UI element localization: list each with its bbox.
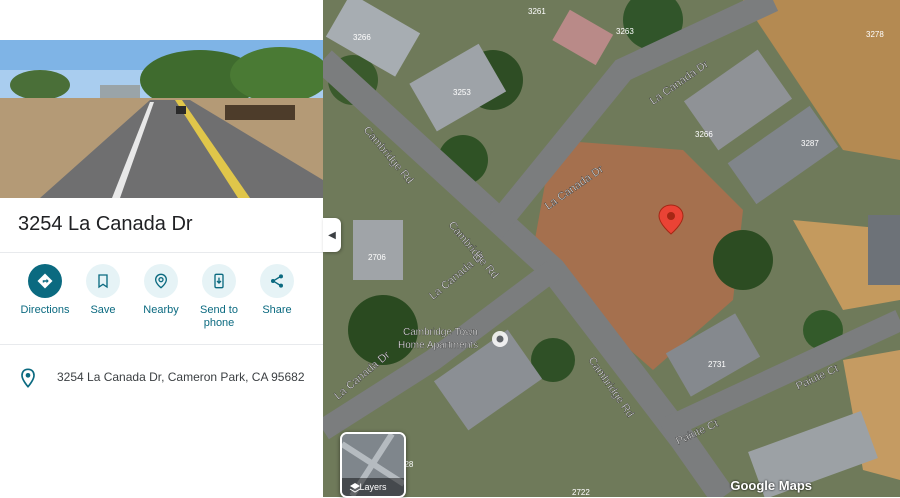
share-button[interactable]: Share (246, 264, 308, 317)
house-number: 2706 (368, 253, 386, 262)
send-to-phone-label: Send to phone (200, 304, 238, 329)
place-title: 3254 La Canada Dr (18, 213, 193, 235)
phone-icon (202, 264, 236, 298)
location-pin-icon (21, 368, 35, 388)
bookmark-icon (86, 264, 120, 298)
address-text: 3254 La Canada Dr, Cameron Park, CA 9568… (57, 370, 305, 384)
chevron-left-icon: ◀ (328, 229, 336, 241)
map-attribution: Google Maps (730, 478, 812, 493)
save-button[interactable]: Save (72, 264, 134, 317)
divider (0, 344, 323, 345)
house-number: 3287 (801, 139, 819, 148)
house-number: 3266 (695, 130, 713, 139)
layers-label: Layers (359, 482, 387, 492)
nearby-icon (144, 264, 178, 298)
nearby-button[interactable]: Nearby (130, 264, 192, 317)
satellite-map[interactable]: Cambridge Rd La Canada Dr La Canada Dr C… (323, 0, 900, 497)
address-row[interactable]: 3254 La Canada Dr, Cameron Park, CA 9568… (0, 360, 323, 396)
house-number: 3253 (453, 88, 471, 97)
layers-button[interactable]: Layers (340, 432, 406, 498)
send-to-phone-button[interactable]: Send to phone (188, 264, 250, 330)
directions-label: Directions (20, 304, 70, 316)
divider (0, 252, 323, 253)
share-label: Share (262, 304, 292, 316)
house-number: 2731 (708, 360, 726, 369)
nearby-label: Nearby (143, 304, 179, 316)
house-number: 3261 (528, 7, 546, 16)
save-label: Save (90, 304, 116, 316)
collapse-panel-button[interactable]: ◀ (323, 218, 341, 252)
place-panel: 3254 La Canada Dr Directions Save Nearby… (0, 0, 323, 497)
house-number: 3266 (353, 33, 371, 42)
house-number: 3278 (866, 30, 884, 39)
street-view-photo[interactable] (0, 40, 323, 198)
house-number: 2722 (572, 488, 590, 497)
share-icon (260, 264, 294, 298)
directions-button[interactable]: Directions (14, 264, 76, 317)
house-number: 3263 (616, 27, 634, 36)
directions-icon (28, 264, 62, 298)
